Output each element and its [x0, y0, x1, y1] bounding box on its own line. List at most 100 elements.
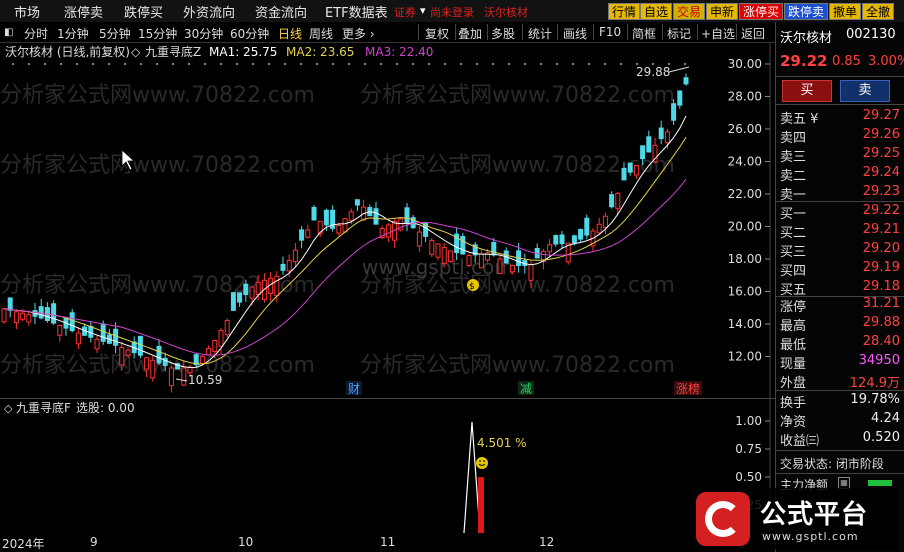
add-watchlist-button[interactable]: +自选: [701, 25, 735, 42]
ipo-button[interactable]: 申新: [706, 3, 739, 20]
reduce-marker-label: 减: [520, 382, 532, 396]
watermark-text: 分析家公式网www.70822.com: [0, 83, 315, 108]
ma3-line: [3, 178, 687, 356]
bid-row-3[interactable]: 买三 29.20: [780, 240, 902, 260]
dot: [284, 63, 286, 65]
menu-etf-table[interactable]: ETF数据表: [325, 2, 388, 21]
menu-capital-flow[interactable]: 资金流向: [255, 2, 307, 21]
dot: [572, 63, 574, 65]
trade-status: 交易状态: 闭市阶段: [780, 457, 884, 471]
candle: [237, 292, 243, 303]
dot: [236, 63, 238, 65]
tab-intraday[interactable]: 分时: [24, 25, 48, 42]
tab-weekly[interactable]: 周线: [309, 25, 333, 42]
limit-up-buy-button[interactable]: 涨停买: [739, 3, 784, 20]
ask-row-4[interactable]: 卖四 29.26: [780, 126, 902, 146]
watermark-text: 分析家公式网www.70822.com: [360, 153, 675, 178]
tab-60min[interactable]: 60分钟: [230, 25, 269, 42]
limit-down-sell-button[interactable]: 跌停卖: [784, 3, 829, 20]
ask-row-3[interactable]: 卖三 29.25: [780, 145, 902, 165]
sub-y-tick-label: 0.50: [735, 470, 762, 484]
menu-limit-down-buy[interactable]: 跌停买: [124, 2, 163, 21]
dot: [188, 63, 190, 65]
bid-row-4[interactable]: 买四 29.19: [780, 259, 902, 279]
stats-button[interactable]: 统计: [528, 25, 552, 42]
dot: [380, 63, 382, 65]
dropdown-icon[interactable]: ▾: [420, 4, 426, 17]
buy-button[interactable]: 买: [782, 80, 832, 102]
menu-market[interactable]: 市场: [14, 2, 40, 21]
overlay-button[interactable]: 叠加: [458, 25, 482, 42]
cancel-order-button[interactable]: 撤单: [829, 3, 862, 20]
y-tick-label: 16.00: [728, 285, 762, 299]
candle: [609, 194, 615, 208]
ask-row-1[interactable]: 卖一 29.23: [780, 183, 902, 203]
candle: [547, 244, 553, 253]
tab-more[interactable]: 更多 ›: [342, 25, 375, 42]
login-status[interactable]: 尚未登录: [430, 4, 474, 20]
ma3-label: MA3: 22.40: [365, 45, 433, 59]
watermark-text: 分析家公式网www.70822.com: [360, 353, 675, 378]
watchlist-button[interactable]: 自选: [640, 3, 673, 20]
candle: [125, 349, 131, 356]
tab-5min[interactable]: 5分钟: [99, 25, 131, 42]
adjust-button[interactable]: 复权: [425, 25, 449, 42]
candle: [460, 235, 466, 255]
ask-row-2[interactable]: 卖二 29.24: [780, 164, 902, 184]
current-price: 29.22: [780, 52, 828, 70]
logo-g-icon: [696, 492, 750, 546]
candle: [633, 164, 639, 176]
dot: [156, 63, 158, 65]
stat-earnings: 收益㈢ 0.520: [780, 430, 900, 449]
bid-row-1[interactable]: 买一 29.22: [780, 202, 902, 222]
back-button[interactable]: 返回: [741, 25, 765, 42]
multi-stock-button[interactable]: 多股: [491, 25, 515, 42]
draw-line-button[interactable]: 画线: [563, 25, 587, 42]
kline-chart[interactable]: 沃尔核材 (日线,前复权) ◇ 九重寻底Z MA1: 25.75 MA2: 23…: [0, 42, 775, 398]
mark-button[interactable]: 标记: [667, 25, 691, 42]
chart-collapse-icon[interactable]: ◇: [131, 45, 141, 59]
indicator-subchart[interactable]: ◇ 九重寻底F 选股: 0.00 1.000.750.500.25 4.501 …: [0, 398, 775, 535]
dot: [204, 63, 206, 65]
dot: [220, 63, 222, 65]
candle: [144, 357, 150, 370]
sell-button[interactable]: 卖: [840, 80, 890, 102]
f10-button[interactable]: F10: [599, 25, 621, 39]
candle: [57, 325, 63, 336]
candle: [20, 312, 26, 320]
watermark-text: 分析家公式网www.70822.com: [0, 153, 315, 178]
platform-logo: 公式平台 www.gsptl.com: [688, 488, 898, 550]
candle: [336, 225, 342, 234]
simple-frame-button[interactable]: 简框: [632, 25, 656, 42]
candle: [677, 90, 683, 106]
menu-limit-up-sell[interactable]: 涨停卖: [64, 2, 103, 21]
dot: [316, 63, 318, 65]
candle: [181, 367, 187, 386]
menu-foreign-flow[interactable]: 外资流向: [183, 2, 235, 21]
cancel-all-button[interactable]: 全撤: [862, 3, 895, 20]
tab-30min[interactable]: 30分钟: [184, 25, 223, 42]
dot: [44, 63, 46, 65]
tab-daily[interactable]: 日线: [278, 25, 302, 42]
candle: [311, 206, 317, 221]
settings-icon[interactable]: ◧: [4, 27, 13, 38]
trade-button[interactable]: 交易: [673, 3, 706, 20]
candle: [69, 312, 75, 332]
sub-collapse-icon[interactable]: ◇: [4, 402, 13, 415]
candle: [292, 249, 298, 263]
ask-row-5[interactable]: 卖五 ¥29.27: [780, 107, 902, 127]
dot: [460, 63, 462, 65]
quote-panel: 沃尔核材 002130 29.22 0.85 3.00% 买 卖 卖五 ¥29.…: [775, 22, 904, 552]
tab-1min[interactable]: 1分钟: [57, 25, 89, 42]
candle: [528, 263, 534, 281]
candle: [137, 335, 143, 356]
bid-row-2[interactable]: 买二 29.21: [780, 221, 902, 241]
stat-turnover: 换手 19.78%: [780, 392, 900, 411]
quote-button[interactable]: 行情: [608, 3, 641, 20]
candle: [466, 255, 472, 266]
indicator-name[interactable]: 九重寻底Z: [145, 44, 201, 59]
tab-15min[interactable]: 15分钟: [138, 25, 177, 42]
dot: [684, 63, 686, 65]
dot: [588, 63, 590, 65]
dot: [28, 63, 30, 65]
